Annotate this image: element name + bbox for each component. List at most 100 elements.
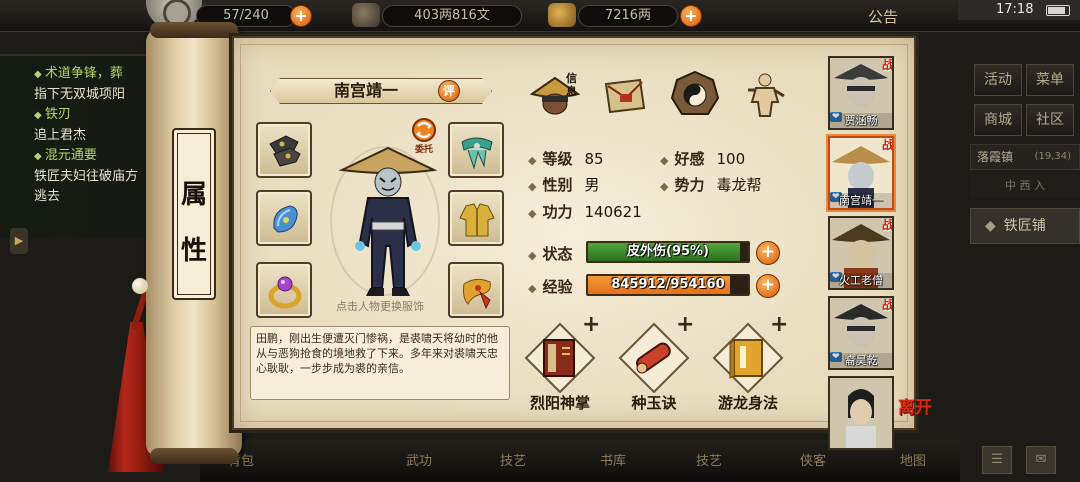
- status-row: ◆ 状态: [528, 243, 584, 264]
- minimap-strip[interactable]: 中 西 入: [970, 174, 1080, 198]
- favor-value: 100: [716, 150, 746, 168]
- change-outfit-hint: 点击人物更换服饰: [336, 300, 424, 313]
- diamond-icon: ◆: [528, 154, 537, 167]
- stat-power: ◆ 功力 140621: [528, 201, 642, 222]
- nav-martial[interactable]: 武功: [406, 450, 432, 469]
- stat-faction: ◆ 势力 毒龙帮: [660, 174, 762, 195]
- copper-display: 403两816文: [382, 5, 522, 27]
- letter-tab[interactable]: [598, 68, 652, 122]
- activity-button[interactable]: 活动: [974, 64, 1022, 96]
- copper-coin-icon: [352, 3, 380, 27]
- character-bio: 田鹏，刚出生便遭灭门惨祸，是裘啸天将幼时的他从与恶狗抢食的境地救了下来。多年来对…: [250, 326, 510, 400]
- robe-icon: [459, 203, 495, 237]
- add-skill-3-button[interactable]: +: [770, 312, 788, 337]
- equip-slot-neck[interactable]: [448, 122, 504, 178]
- bagua-tab[interactable]: [668, 68, 722, 122]
- character-figure[interactable]: [338, 138, 438, 300]
- exp-bar: 845912/954160: [586, 274, 750, 296]
- diamond-icon: ◆: [660, 154, 669, 167]
- silver-value: 7216两: [604, 8, 652, 23]
- skill-1-name: 烈阳神掌: [529, 394, 590, 412]
- stat-gender: ◆ 性别男: [528, 174, 600, 195]
- companion-card[interactable]: [828, 376, 894, 450]
- favor-label: 好感: [674, 150, 705, 168]
- meridian-tab[interactable]: [738, 68, 792, 122]
- nav-craft[interactable]: 技艺: [696, 450, 722, 469]
- quest-tracker[interactable]: 术道争锋，葬 指下无双城项阳 铁刃 追上君杰 混元通要 铁匠夫妇往破庙方 逃去: [0, 54, 168, 238]
- add-skill-2-button[interactable]: +: [676, 312, 694, 337]
- companion-list: 战 ❤ 贾涵畅 战 ❤ 南宫靖一 战 ❤ 火工老僧 战 ❤ 裔昊乾: [822, 50, 902, 450]
- exp-row: ◆ 经验: [528, 276, 584, 297]
- community-button[interactable]: 社区: [1026, 104, 1074, 136]
- nav-map[interactable]: 地图: [900, 450, 926, 469]
- add-exp-button[interactable]: +: [756, 274, 780, 298]
- location-name: 落霞镇: [977, 150, 1014, 164]
- add-stamina-button[interactable]: +: [290, 5, 312, 27]
- clock-time: 17:18: [996, 2, 1034, 17]
- leave-button[interactable]: 离开: [898, 400, 938, 440]
- add-skill-1-button[interactable]: +: [582, 312, 600, 337]
- silver-ingot-icon: [548, 3, 576, 27]
- companion-portrait: [846, 389, 876, 448]
- palm-book-icon: [543, 339, 575, 377]
- equip-slot-armor[interactable]: [448, 190, 504, 246]
- companion-name: 贾涵畅: [830, 113, 892, 128]
- equip-slot-hands[interactable]: [256, 122, 312, 178]
- battle-badge: 战: [881, 298, 894, 312]
- stamina-value: 57/240: [223, 8, 269, 23]
- location-coords: (19,34): [1034, 151, 1071, 162]
- faction-label: 势力: [674, 176, 705, 194]
- power-value: 140621: [584, 203, 642, 221]
- jade-pendant-icon: [273, 205, 298, 233]
- sash-icon: [463, 278, 491, 310]
- level-value: 85: [584, 150, 604, 168]
- companion-card-active[interactable]: 战 ❤ 南宫靖一: [828, 136, 894, 210]
- companion-card[interactable]: 战 ❤ 裔昊乾: [828, 296, 894, 370]
- stat-favor: ◆ 好感 100: [660, 148, 745, 169]
- add-silver-button[interactable]: +: [680, 5, 702, 27]
- gender-label: 性别: [542, 176, 573, 194]
- attribute-char-1: 属: [180, 180, 207, 210]
- companion-name: 裔昊乾: [830, 353, 892, 368]
- attribute-tab-label: 属 性: [172, 128, 216, 300]
- silver-display: 7216两: [578, 5, 678, 27]
- info-tab-label: 信息: [566, 72, 577, 98]
- equip-slot-hidden-weapon[interactable]: [256, 190, 312, 246]
- companion-card[interactable]: 战 ❤ 火工老僧: [828, 216, 894, 290]
- blacksmith-button[interactable]: ◆ 铁匠铺: [970, 208, 1080, 244]
- status-bar: 皮外伤(95%): [586, 241, 750, 263]
- menu-button[interactable]: 菜单: [1026, 64, 1074, 96]
- bracer-icon: [269, 135, 301, 167]
- evaluate-button[interactable]: 评: [438, 80, 460, 102]
- notice-button[interactable]: 公告: [868, 6, 898, 27]
- exp-label: 经验: [542, 278, 573, 296]
- stat-level: ◆ 等级 85: [528, 148, 604, 169]
- status-label: 状态: [542, 245, 573, 263]
- companion-name: 火工老僧: [830, 273, 892, 288]
- status-clock: 17:18: [958, 0, 1080, 20]
- shop-button[interactable]: 商城: [974, 104, 1022, 136]
- companion-card[interactable]: 战 ❤ 贾涵畅: [828, 56, 894, 130]
- scarf-icon: [461, 137, 493, 170]
- mini-button-b[interactable]: ✉: [1026, 446, 1056, 474]
- tassel-bead: [132, 278, 148, 294]
- heal-button[interactable]: +: [756, 241, 780, 265]
- skill-2-name: 种玉诀: [631, 394, 677, 412]
- expand-arrow-icon[interactable]: ▶: [10, 228, 28, 254]
- diamond-icon: ◆: [528, 249, 537, 262]
- status-bar-text: 皮外伤(95%): [627, 244, 709, 259]
- skill-3-name: 游龙身法: [717, 394, 778, 412]
- location-display[interactable]: 落霞镇 (19,34): [970, 144, 1080, 170]
- diamond-icon: ◆: [528, 207, 537, 220]
- copper-value: 403两816文: [414, 8, 490, 23]
- power-label: 功力: [542, 203, 573, 221]
- faction-value: 毒龙帮: [716, 176, 762, 194]
- battle-badge: 战: [881, 138, 894, 152]
- nav-library[interactable]: 书库: [600, 450, 626, 469]
- diamond-icon: ◆: [528, 282, 537, 295]
- nav-hero[interactable]: 侠客: [800, 450, 826, 469]
- gender-value: 男: [584, 176, 600, 194]
- nav-skill[interactable]: 技艺: [500, 450, 526, 469]
- exp-bar-text: 845912/954160: [611, 277, 725, 292]
- mini-button-a[interactable]: ☰: [982, 446, 1012, 474]
